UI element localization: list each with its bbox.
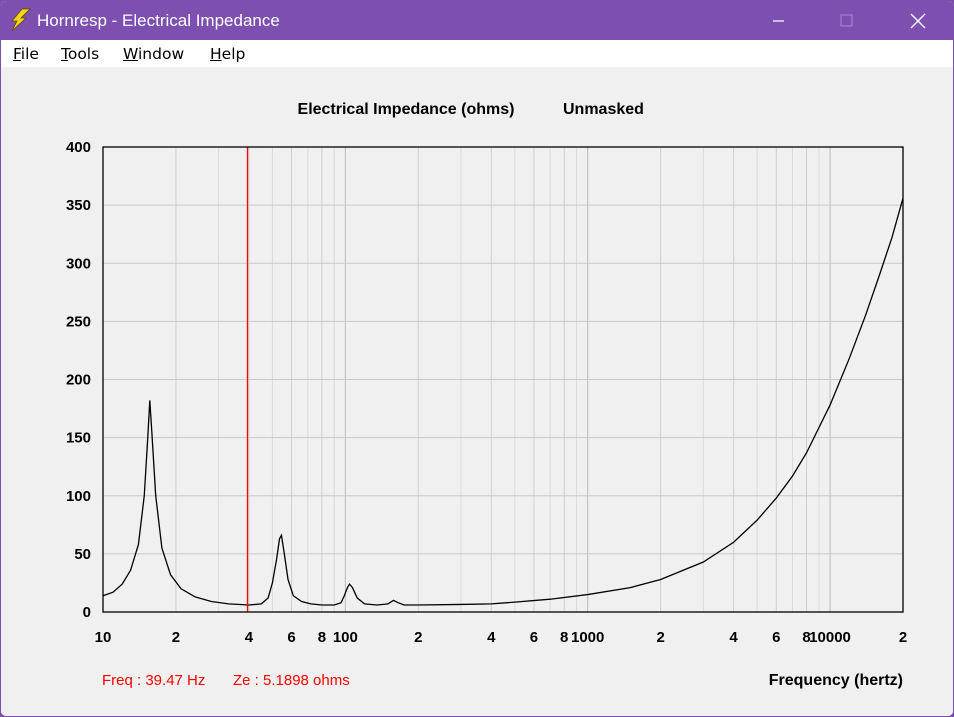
close-icon — [910, 13, 926, 29]
x-tick-label: 8 — [318, 629, 326, 646]
impedance-curve — [102, 197, 904, 606]
x-axis-label: Frequency (hertz) — [769, 672, 903, 689]
x-tick-label: 2 — [414, 629, 422, 646]
impedance-chart[interactable]: Electrical Impedance (ohms) Unmasked 0 50… — [1, 67, 954, 717]
hornresp-window: Hornresp - Electrical Impedance File Too… — [0, 0, 954, 717]
minimize-button[interactable] — [755, 1, 801, 40]
y-tick-label: 250 — [66, 313, 91, 330]
title-bar[interactable]: Hornresp - Electrical Impedance — [1, 1, 953, 40]
y-tick-label: 100 — [66, 488, 91, 505]
y-tick-label: 50 — [74, 546, 91, 563]
y-tick-label: 350 — [66, 197, 91, 214]
x-tick-label: 100 — [333, 629, 358, 646]
x-tick-label: 2 — [656, 629, 664, 646]
y-tick-label: 300 — [66, 255, 91, 272]
minimize-icon — [773, 20, 784, 22]
menu-bar: File Tools Window Help — [1, 40, 953, 67]
chart-title: Electrical Impedance (ohms) — [298, 101, 515, 118]
y-tick-label: 0 — [83, 604, 91, 621]
freq-readout: Freq : 39.47 Hz — [102, 672, 205, 689]
x-tick-label: 4 — [729, 629, 738, 646]
mask-status: Unmasked — [563, 101, 644, 118]
x-tick-label: 6 — [772, 629, 780, 646]
x-tick-label: 6 — [287, 629, 295, 646]
x-tick-label: 10000 — [809, 629, 851, 646]
y-tick-label: 400 — [66, 139, 91, 156]
maximize-icon — [840, 14, 853, 27]
x-tick-label: 2 — [899, 629, 907, 646]
x-tick-label: 6 — [530, 629, 538, 646]
x-tick-label: 8 — [560, 629, 568, 646]
x-tick-label: 2 — [172, 629, 180, 646]
maximize-button[interactable] — [823, 1, 869, 40]
x-tick-label: 4 — [487, 629, 496, 646]
chart-area: Electrical Impedance (ohms) Unmasked 0 50… — [1, 67, 954, 717]
menu-file[interactable]: File — [13, 45, 39, 63]
y-tick-label: 150 — [66, 430, 91, 447]
lightning-bolt-icon — [11, 8, 31, 32]
x-tick-label: 4 — [245, 629, 254, 646]
menu-window[interactable]: Window — [123, 45, 184, 63]
window-title: Hornresp - Electrical Impedance — [37, 11, 280, 30]
x-tick-label: 1000 — [571, 629, 604, 646]
x-tick-label: 10 — [95, 629, 112, 646]
y-tick-label: 200 — [66, 372, 91, 389]
menu-tools[interactable]: Tools — [61, 45, 99, 63]
menu-help[interactable]: Help — [210, 45, 245, 63]
impedance-readout: Ze : 5.1898 ohms — [233, 672, 350, 689]
close-button[interactable] — [894, 1, 940, 40]
